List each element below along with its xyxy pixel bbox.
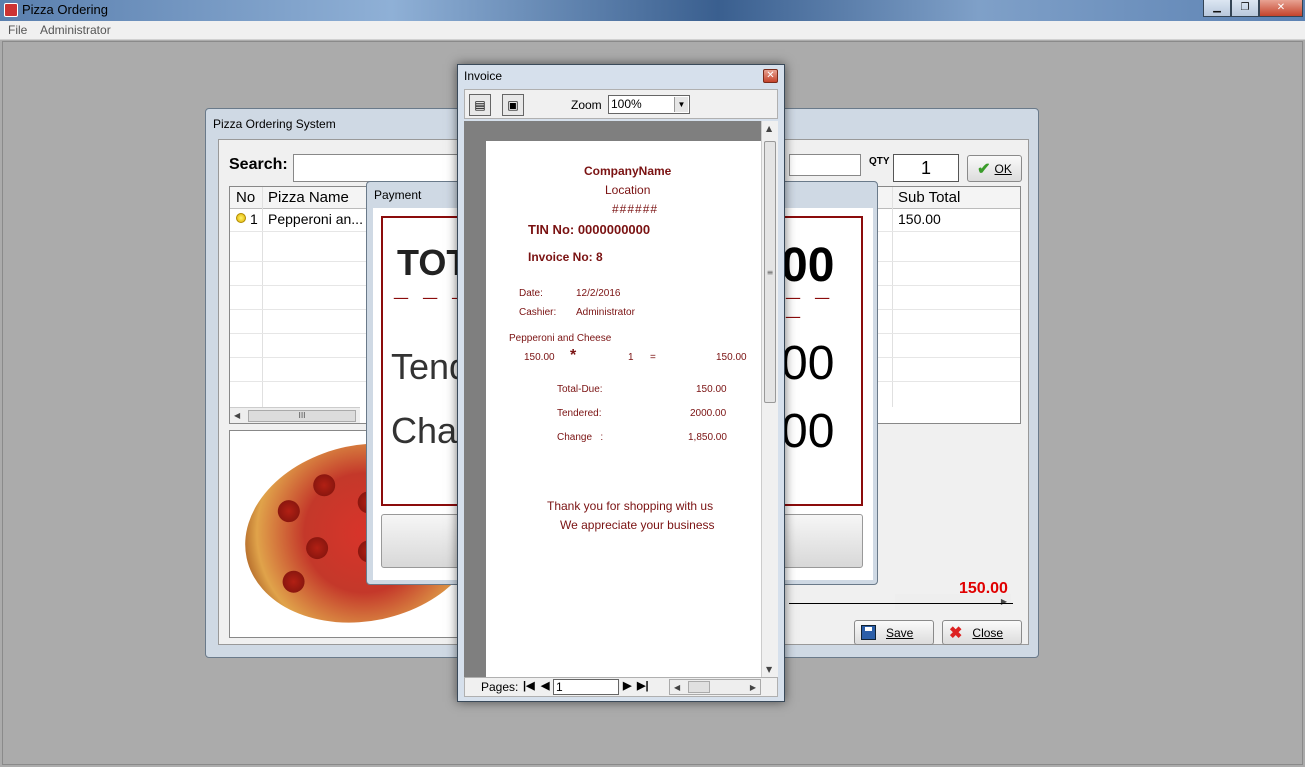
print-icon[interactable]: ▤: [469, 94, 491, 116]
close-label: Close: [972, 625, 1004, 640]
pepperoni: [275, 498, 302, 525]
zoom-select[interactable]: 100% ▼: [608, 95, 690, 114]
invoice-page: CompanyName Location ###### TIN No: 0000…: [486, 141, 762, 677]
scroll-left-icon[interactable]: ◀: [674, 683, 680, 692]
search-input-right[interactable]: [789, 154, 861, 176]
item-name: Pepperoni and Cheese: [509, 333, 612, 344]
ok-button[interactable]: ✔ OK: [967, 155, 1022, 182]
column-sub-total[interactable]: Sub Total: [898, 189, 960, 206]
invoice-window-title: Invoice: [464, 69, 503, 83]
invoice-viewer: CompanyName Location ###### TIN No: 0000…: [464, 121, 778, 677]
date-value: 12/2/2016: [576, 288, 621, 299]
column-no[interactable]: No: [236, 189, 255, 206]
export-icon[interactable]: ▣: [502, 94, 524, 116]
invoice-vscrollbar[interactable]: ▲ ≡ ▼: [761, 121, 778, 677]
item-price: 150.00: [524, 352, 555, 363]
pager-hscrollbar[interactable]: ◀ ▶: [669, 679, 761, 695]
cell-sub-total: 150.00: [898, 211, 941, 227]
change-value: 1,850.00: [688, 432, 727, 443]
pepperoni: [311, 472, 338, 499]
tendered-label: Tendered:: [557, 408, 602, 419]
scroll-thumb[interactable]: [688, 681, 710, 693]
app-icon: [4, 3, 18, 17]
menu-file[interactable]: File: [8, 23, 27, 37]
prev-page-icon[interactable]: ◀: [541, 679, 549, 692]
item-equals: =: [650, 352, 656, 363]
pages-label: Pages:: [481, 680, 519, 694]
invoice-window: Invoice ✕ ▤ ▣ Zoom 100% ▼ CompanyName Lo…: [457, 64, 785, 702]
zoom-label: Zoom: [571, 98, 602, 112]
scroll-right-icon[interactable]: ▶: [750, 683, 756, 692]
total-dash-line-right: — — —: [785, 288, 835, 326]
last-page-icon[interactable]: ▶|: [637, 679, 649, 692]
chevron-down-icon[interactable]: ▼: [674, 97, 688, 112]
restore-button[interactable]: ❐: [1231, 0, 1259, 17]
menu-administrator[interactable]: Administrator: [40, 23, 111, 37]
total-value: 00: [781, 239, 835, 292]
close-button[interactable]: ✖ Close: [942, 620, 1022, 645]
change-value: 00: [781, 405, 835, 458]
scroll-left-icon[interactable]: ◀: [234, 411, 240, 420]
close-icon: ✖: [949, 624, 963, 642]
pepperoni: [304, 535, 331, 562]
check-icon: ✔: [977, 160, 991, 178]
payment-window-title: Payment: [374, 188, 422, 202]
cell-pizza-name: Pepperoni an...: [268, 211, 363, 227]
minimize-button[interactable]: ▁: [1203, 0, 1231, 17]
current-row-icon: [236, 213, 246, 223]
pepperoni: [280, 568, 307, 595]
thanks-line-2: We appreciate your business: [560, 518, 715, 532]
scroll-thumb[interactable]: III: [248, 410, 356, 422]
company-name: CompanyName: [584, 164, 672, 178]
floppy-disk-icon: [861, 625, 876, 640]
zoom-value: 100%: [611, 97, 642, 111]
invoice-toolbar: ▤ ▣ Zoom 100% ▼: [464, 89, 778, 119]
qty-label: QTY: [869, 156, 890, 167]
total-due-label: Total-Due:: [557, 384, 603, 395]
search-input[interactable]: [293, 154, 463, 182]
company-location: Location: [605, 183, 651, 197]
company-hashes: ######: [612, 202, 659, 216]
item-total: 150.00: [716, 352, 747, 363]
tendered-value: 2000.00: [690, 408, 727, 419]
save-label: Save: [886, 625, 914, 640]
total-due-value: 150.00: [696, 384, 727, 395]
search-label: Search:: [229, 156, 288, 173]
tendered-value: 00: [781, 337, 835, 390]
save-button[interactable]: Save: [854, 620, 934, 645]
next-page-icon[interactable]: ▶: [623, 679, 631, 692]
app-titlebar: Pizza Ordering ▁ ❐ ✕: [0, 0, 1305, 21]
invoice-pager: Pages: |◀ ◀ 1 ▶ ▶| ◀ ▶: [464, 677, 778, 697]
scroll-down-icon[interactable]: ▼: [766, 665, 772, 674]
first-page-icon[interactable]: |◀: [523, 679, 535, 692]
invoice-number: Invoice No: 8: [528, 250, 603, 264]
qty-input[interactable]: 1: [893, 154, 959, 182]
scroll-thumb[interactable]: ≡: [764, 141, 776, 403]
cashier-value: Administrator: [576, 307, 635, 318]
window-controls: ▁ ❐ ✕: [1203, 0, 1303, 17]
total-underline: [789, 603, 1013, 604]
multiply-icon: *: [570, 347, 577, 364]
column-pizza-name[interactable]: Pizza Name: [268, 189, 349, 206]
item-qty: 1: [628, 352, 634, 363]
ok-label: OK: [994, 161, 1012, 176]
close-window-button[interactable]: ✕: [1259, 0, 1303, 17]
menubar: File Administrator: [0, 21, 1305, 40]
tin-number: TIN No: 0000000000: [528, 222, 651, 237]
app-title: Pizza Ordering: [22, 2, 108, 17]
cashier-label: Cashier:: [519, 307, 557, 318]
date-label: Date:: [519, 288, 543, 299]
scroll-right-icon[interactable]: ▶: [1001, 597, 1007, 606]
invoice-close-button[interactable]: ✕: [763, 69, 778, 83]
page-number-input[interactable]: 1: [553, 679, 619, 695]
change-label: Change :: [557, 432, 604, 443]
scroll-up-icon[interactable]: ▲: [766, 124, 772, 133]
cell-no: 1: [250, 211, 258, 227]
pos-window-title: Pizza Ordering System: [213, 117, 336, 131]
order-total: 150.00: [959, 580, 1008, 597]
thanks-line-1: Thank you for shopping with us: [547, 499, 714, 513]
grid-hscrollbar[interactable]: ◀ III: [230, 407, 360, 423]
